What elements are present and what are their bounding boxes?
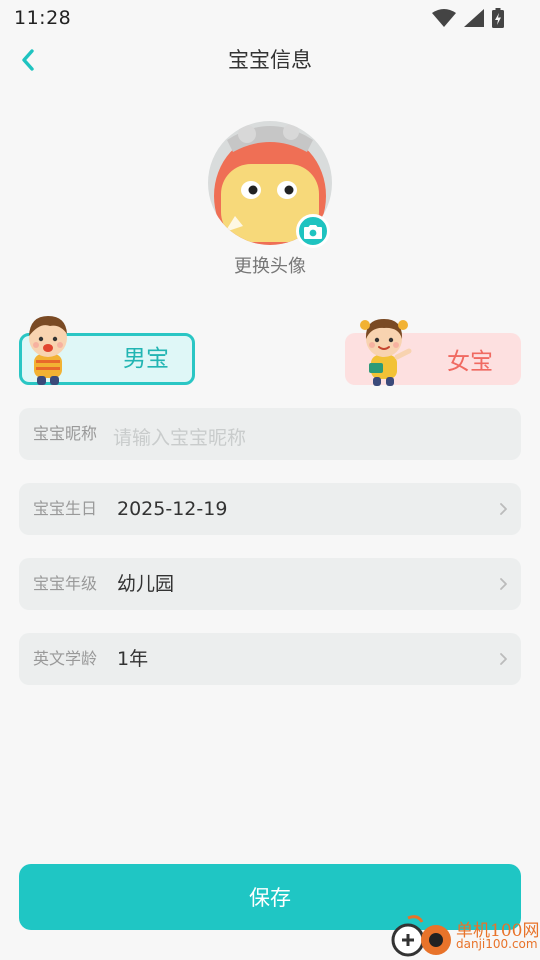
watermark-url: danji100.com xyxy=(456,937,538,951)
page-title: 宝宝信息 xyxy=(228,48,312,72)
wifi-icon xyxy=(432,9,456,27)
chevron-right-icon xyxy=(500,578,507,590)
watermark: 单机100网 danji100.com xyxy=(390,914,540,960)
battery-charging-icon xyxy=(492,8,504,28)
boy-illustration xyxy=(29,316,67,385)
grade-label: 宝宝年级 xyxy=(33,574,98,593)
status-bar: 11:28 xyxy=(0,0,540,36)
nav-bar: 宝宝信息 xyxy=(0,36,540,84)
english-age-field[interactable]: 英文学龄 1年 xyxy=(19,633,521,685)
nickname-field[interactable]: 宝宝昵称 xyxy=(19,408,521,460)
nickname-label: 宝宝昵称 xyxy=(33,424,98,443)
chevron-left-icon xyxy=(22,49,34,71)
grade-field[interactable]: 宝宝年级 幼儿园 xyxy=(19,558,521,610)
status-icons xyxy=(432,8,504,28)
gender-girl-label: 女宝 xyxy=(447,349,493,375)
birthday-field[interactable]: 宝宝生日 2025-12-19 xyxy=(19,483,521,535)
english-age-label: 英文学龄 xyxy=(33,649,98,668)
birthday-value: 2025-12-19 xyxy=(117,498,228,520)
grade-value: 幼儿园 xyxy=(117,573,175,595)
english-age-value: 1年 xyxy=(117,648,149,670)
change-avatar-link[interactable]: 更换头像 xyxy=(0,252,540,278)
camera-icon xyxy=(304,224,322,239)
signal-icon xyxy=(464,9,484,27)
camera-button[interactable] xyxy=(296,214,330,248)
chevron-right-icon xyxy=(500,503,507,515)
back-button[interactable] xyxy=(8,40,48,80)
status-time: 11:28 xyxy=(14,7,72,29)
girl-illustration xyxy=(360,319,412,386)
watermark-logo xyxy=(391,915,451,957)
chevron-right-icon xyxy=(500,653,507,665)
nickname-input[interactable] xyxy=(113,420,503,456)
gender-boy-label: 男宝 xyxy=(123,346,169,372)
birthday-label: 宝宝生日 xyxy=(33,499,98,518)
